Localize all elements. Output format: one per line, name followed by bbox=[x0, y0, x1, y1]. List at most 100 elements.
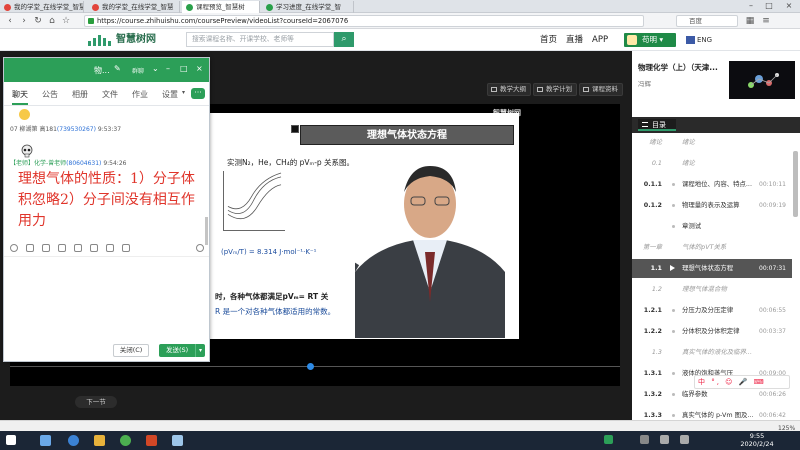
system-clock[interactable]: 9:55 2020/2/24 bbox=[737, 432, 777, 448]
toc-item[interactable]: 1.2.1 分压力及分压定律 00:06:55 bbox=[632, 301, 792, 320]
tab-announcement[interactable]: 公告 bbox=[42, 89, 58, 100]
toc-chapter[interactable]: 1.3 真实气体的液化及临界... bbox=[632, 343, 792, 362]
browser-search-input[interactable]: 百度 bbox=[676, 15, 738, 27]
site-favicon-icon bbox=[4, 4, 11, 11]
course-search-input[interactable]: 搜索课程名称、开课学校、老师等 bbox=[186, 32, 334, 47]
toc-title: 物理量的表示及运算 bbox=[682, 201, 740, 209]
site-favicon-icon bbox=[266, 4, 273, 11]
flag-icon bbox=[686, 36, 695, 44]
close-button[interactable]: 关闭(C) bbox=[113, 344, 149, 357]
image-icon[interactable] bbox=[74, 244, 82, 252]
video-progress-bar[interactable] bbox=[10, 366, 620, 367]
nav-home[interactable]: 首页 bbox=[540, 34, 557, 46]
browser-tab[interactable]: 我的学堂_在线学堂_智慧 bbox=[88, 1, 180, 13]
maximize-window-button[interactable]: □ bbox=[760, 0, 778, 12]
user-menu-button[interactable]: 苟明 ▾ bbox=[624, 33, 676, 47]
back-icon[interactable]: ‹ bbox=[4, 15, 16, 27]
chat-titlebar[interactable]: 物... ✎ 群聊 ⌄ – □ × bbox=[4, 58, 209, 82]
browser-tab[interactable]: 学习进度_在线学堂_智 bbox=[262, 1, 354, 13]
screenshot-icon[interactable] bbox=[42, 244, 50, 252]
network-icon[interactable] bbox=[660, 435, 669, 444]
minimize-window-button[interactable]: – bbox=[742, 0, 760, 12]
toc-chapter[interactable]: 第一章 气体的pVT关系 bbox=[632, 238, 792, 257]
toc-item[interactable]: 0.1.2 物理量的表示及运算 00:09:19 bbox=[632, 196, 792, 215]
more-button[interactable]: ··· bbox=[191, 88, 205, 99]
book-icon bbox=[491, 87, 497, 92]
forward-icon[interactable]: › bbox=[18, 15, 30, 27]
menu-icon[interactable]: ≡ bbox=[760, 15, 772, 27]
tab-chat[interactable]: 聊天 bbox=[12, 89, 28, 105]
browser-tab-active[interactable]: 课程预览_智慧树 bbox=[182, 1, 260, 13]
star-icon[interactable]: ☆ bbox=[60, 15, 72, 27]
toc-item[interactable]: 0.1.1 课程地位、内容、特点... 00:10:11 bbox=[632, 175, 792, 194]
close-icon[interactable]: × bbox=[196, 64, 203, 74]
history-icon[interactable] bbox=[196, 244, 204, 252]
browser-tab[interactable]: 我的学堂_在线学堂_智慧 bbox=[0, 1, 84, 13]
refresh-icon[interactable]: ↻ bbox=[32, 15, 44, 27]
folder-icon[interactable] bbox=[58, 244, 66, 252]
qq-icon[interactable] bbox=[172, 435, 183, 446]
course-materials-button[interactable]: 课程资料 bbox=[579, 83, 623, 96]
next-section-button[interactable]: 下一节 bbox=[75, 396, 117, 408]
slide-equation: (pVₘ/T) = 8.314 J·mol⁻¹·K⁻¹ bbox=[221, 248, 317, 256]
nav-app[interactable]: APP bbox=[592, 34, 608, 46]
ime-toolbar[interactable]: 中 °, ☺ 🎤 ⌨ bbox=[694, 375, 790, 389]
browser-icon[interactable] bbox=[68, 435, 79, 446]
file-explorer-icon[interactable] bbox=[94, 435, 105, 446]
emoji-icon[interactable] bbox=[10, 244, 18, 252]
edit-icon[interactable]: ✎ bbox=[114, 64, 121, 74]
progress-handle[interactable] bbox=[307, 363, 314, 370]
chat-scrollbar[interactable] bbox=[205, 217, 208, 245]
toc-chapter[interactable]: 绪论 绪论 bbox=[632, 133, 792, 152]
tab-settings[interactable]: 设置 bbox=[162, 89, 178, 100]
font-icon[interactable] bbox=[26, 244, 34, 252]
maximize-icon[interactable]: □ bbox=[180, 64, 188, 74]
volume-icon[interactable] bbox=[680, 435, 689, 444]
home-icon[interactable]: ⌂ bbox=[46, 15, 58, 27]
toc-title: 课程地位、内容、特点... bbox=[682, 180, 752, 188]
send-button[interactable]: 发送(S) ▾ bbox=[159, 344, 205, 357]
mic-icon[interactable] bbox=[106, 244, 114, 252]
toc-chapter[interactable]: 0.1 绪论 bbox=[632, 154, 792, 173]
toc-title: 绪论 bbox=[682, 138, 695, 146]
tab-files[interactable]: 文件 bbox=[102, 89, 118, 100]
course-thumbnail[interactable] bbox=[729, 61, 795, 99]
chevron-down-icon[interactable]: ▾ bbox=[182, 89, 185, 96]
toc-duration: 00:07:31 bbox=[759, 265, 786, 272]
search-icon[interactable] bbox=[40, 435, 51, 446]
syllabus-button[interactable]: 教学大纲 bbox=[487, 83, 531, 96]
language-switch[interactable]: ENG bbox=[686, 34, 712, 46]
toc-item[interactable]: 章测试 bbox=[632, 217, 792, 236]
teaching-plan-button[interactable]: 教学计划 bbox=[533, 83, 577, 96]
grid-icon[interactable] bbox=[122, 244, 130, 252]
tab-homework[interactable]: 作业 bbox=[132, 89, 148, 100]
chat-tabs: 聊天 公告 相册 文件 作业 设置 ▾ ··· bbox=[4, 82, 209, 106]
chevron-down-icon[interactable]: ⌄ bbox=[152, 64, 159, 74]
toc-item[interactable]: 1.2.2 分体积及分体积定律 00:03:37 bbox=[632, 322, 792, 341]
tray-icon[interactable] bbox=[640, 435, 649, 444]
toc-number: 0.1.1 bbox=[643, 180, 662, 188]
tab-album[interactable]: 相册 bbox=[72, 89, 88, 100]
windows-start-icon[interactable] bbox=[6, 435, 16, 445]
tray-icon[interactable] bbox=[604, 435, 613, 444]
tab-catalog[interactable]: 目录 bbox=[638, 119, 676, 131]
toc-number: 绪论 bbox=[649, 138, 662, 146]
chat-input[interactable] bbox=[4, 256, 209, 340]
extensions-icon[interactable]: ▦ bbox=[744, 15, 756, 27]
toc-chapter[interactable]: 1.2 理想气体混合物 bbox=[632, 280, 792, 299]
slide-title-bar: 理想气体状态方程 bbox=[300, 125, 514, 145]
powerpoint-icon[interactable] bbox=[146, 435, 157, 446]
close-window-button[interactable]: × bbox=[780, 0, 798, 12]
bullet-icon bbox=[672, 414, 675, 417]
nav-live[interactable]: 直播 bbox=[566, 34, 583, 46]
toc-item[interactable]: 1.1 理想气体状态方程 00:07:31 bbox=[632, 259, 792, 278]
chrome-icon[interactable] bbox=[120, 435, 131, 446]
site-logo[interactable]: 智慧树网 bbox=[88, 33, 156, 47]
search-button[interactable]: ⌕ bbox=[334, 32, 354, 47]
url-input[interactable]: https://course.zhihuishu.com/coursePrevi… bbox=[84, 15, 644, 27]
gift-icon[interactable] bbox=[90, 244, 98, 252]
chevron-down-icon[interactable]: ▾ bbox=[195, 344, 205, 357]
toc-scrollbar[interactable] bbox=[793, 151, 798, 217]
message-header: 07 柳湖第 高181(739530267) 9:53:37 bbox=[10, 126, 122, 133]
minimize-icon[interactable]: – bbox=[166, 64, 170, 74]
